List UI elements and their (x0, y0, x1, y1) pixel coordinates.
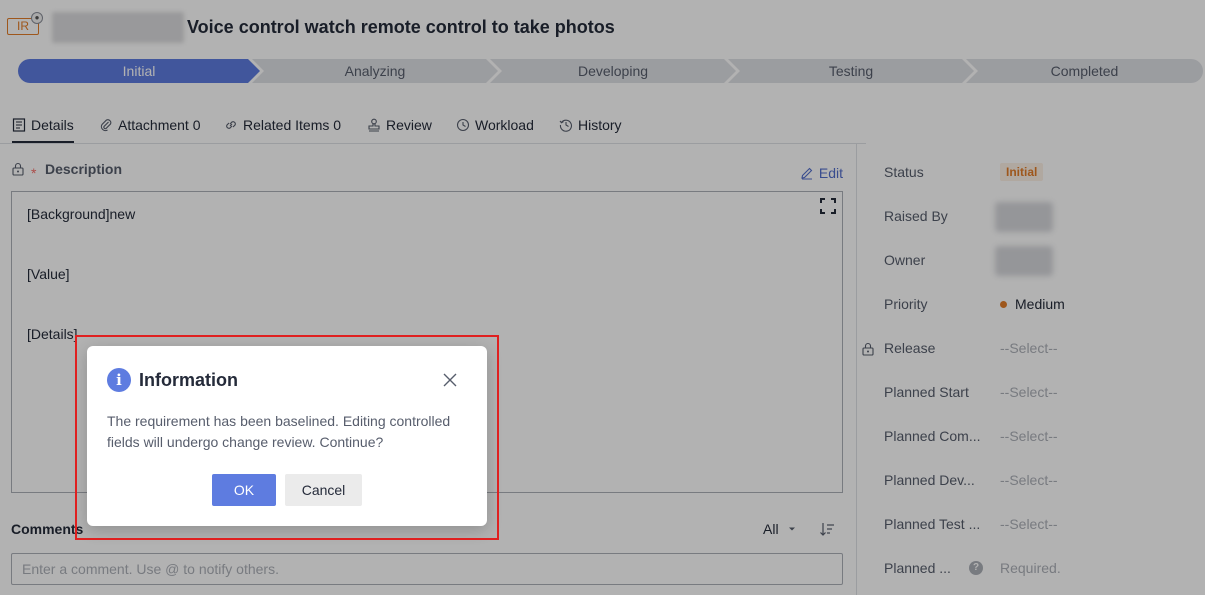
info-icon: i (107, 368, 131, 392)
dialog-title: Information (139, 370, 238, 390)
information-dialog: i Information The requirement has been b… (87, 346, 487, 526)
dialog-message: The requirement has been baselined. Edit… (107, 413, 451, 450)
close-icon[interactable] (441, 371, 459, 389)
ok-button[interactable]: OK (212, 474, 276, 506)
cancel-button[interactable]: Cancel (285, 474, 362, 506)
